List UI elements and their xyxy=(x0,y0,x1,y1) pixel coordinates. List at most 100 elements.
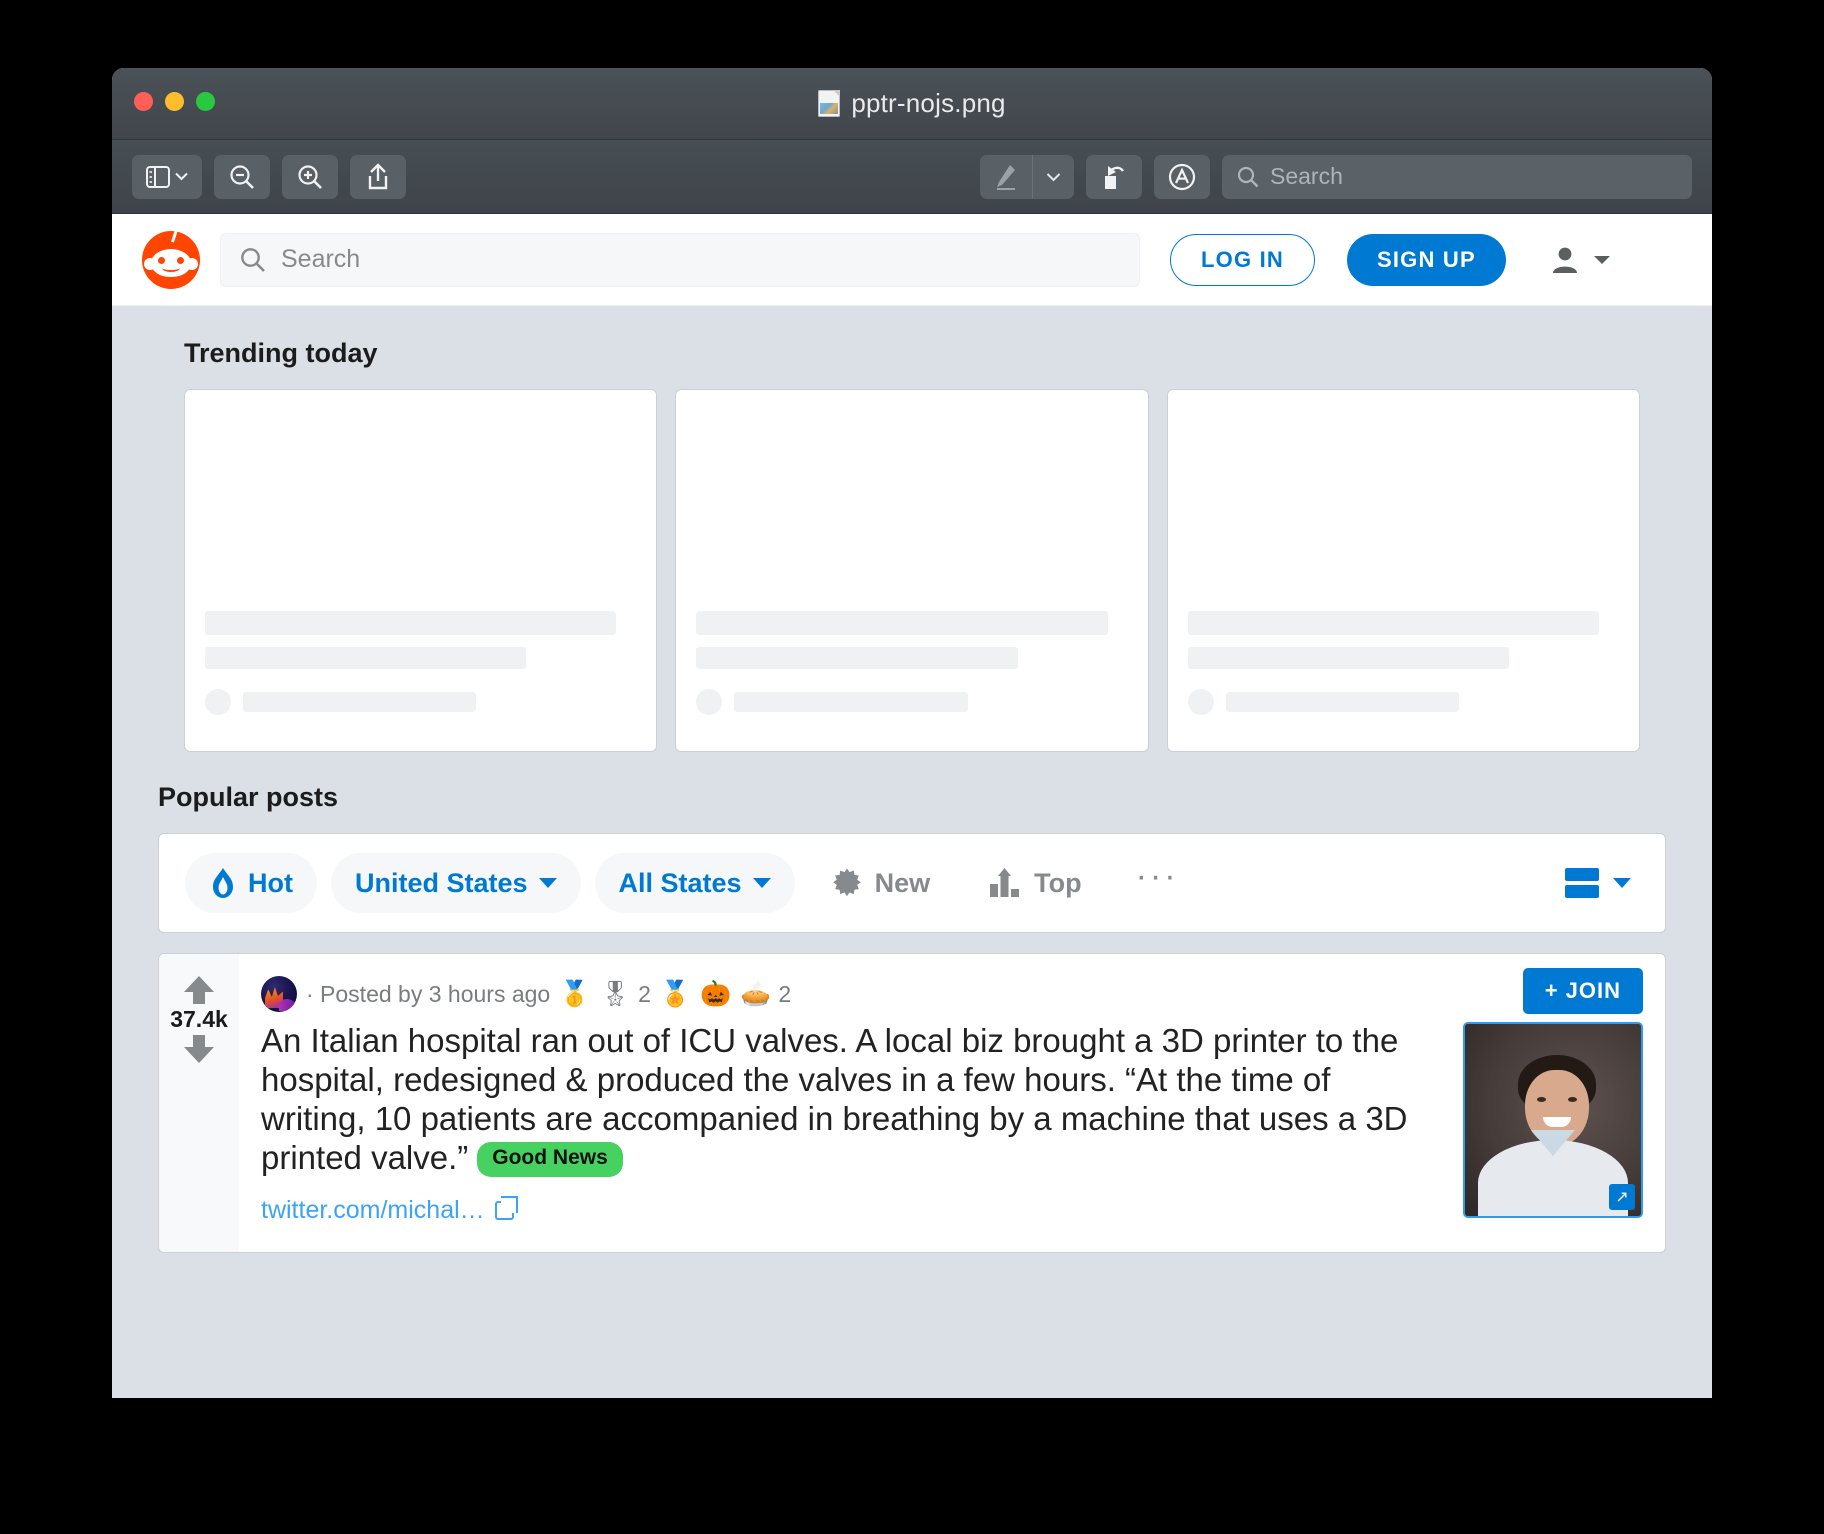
post-main: An Italian hospital ran out of ICU valve… xyxy=(261,1022,1643,1225)
filter-country[interactable]: United States xyxy=(330,853,581,913)
chevron-down-icon xyxy=(1593,256,1610,264)
window-title: pptr-nojs.png xyxy=(112,88,1712,119)
filter-region[interactable]: All States xyxy=(594,853,795,913)
hug-award-icon[interactable]: 🎃 xyxy=(700,981,731,1007)
filter-new-label: New xyxy=(874,867,931,898)
medal-award-icon[interactable]: 🏅 xyxy=(660,981,691,1007)
filter-region-label: All States xyxy=(618,867,742,898)
trending-today-title: Trending today xyxy=(184,338,378,368)
join-button[interactable]: + JOIN xyxy=(1522,968,1643,1014)
skeleton-avatar xyxy=(205,689,231,715)
thumbnail-mouth xyxy=(1542,1117,1571,1128)
window-title-text: pptr-nojs.png xyxy=(851,88,1006,118)
pie-award-icon[interactable]: 🥧 xyxy=(740,981,771,1007)
popular-posts-title: Popular posts xyxy=(158,782,339,812)
post-title-text: An Italian hospital ran out of ICU valve… xyxy=(261,1022,1408,1176)
post-title[interactable]: An Italian hospital ran out of ICU valve… xyxy=(261,1022,1437,1178)
reddit-snoo-logo[interactable] xyxy=(142,227,200,289)
sidebar-toggle-button[interactable] xyxy=(132,154,202,199)
post-link-text: twitter.com/michal… xyxy=(261,1195,485,1224)
filter-top[interactable]: Top xyxy=(966,867,1103,899)
flame-icon xyxy=(213,868,233,898)
snoo-face xyxy=(151,248,191,277)
chevron-down-icon xyxy=(538,878,557,888)
post-body: · Posted by 3 hours ago 🥇 🎖 2 🏅 🎃 🥧 2 + … xyxy=(239,954,1665,1252)
skeleton-line xyxy=(696,647,1018,669)
filter-new[interactable]: New xyxy=(809,867,953,899)
share-icon xyxy=(368,162,388,189)
skeleton-avatar xyxy=(1187,689,1214,715)
zoom-out-icon xyxy=(230,164,254,189)
bar-chart-icon xyxy=(990,868,1020,897)
trending-card[interactable] xyxy=(184,389,658,752)
markup-button[interactable] xyxy=(980,155,1032,199)
chevron-down-icon xyxy=(175,172,188,181)
filter-hot[interactable]: Hot xyxy=(185,853,317,913)
reddit-page: Search LOG IN SIGN UP Trending today Pop… xyxy=(112,214,1712,1398)
user-menu-button[interactable] xyxy=(1548,243,1612,277)
post-meta-row: · Posted by 3 hours ago 🥇 🎖 2 🏅 🎃 🥧 2 xyxy=(261,972,1643,1016)
search-icon xyxy=(1237,166,1259,187)
reddit-search-input[interactable]: Search xyxy=(220,232,1140,287)
post-external-link[interactable]: twitter.com/michal… xyxy=(261,1195,1437,1225)
search-icon xyxy=(241,247,265,272)
filter-top-label: Top xyxy=(1034,867,1082,898)
preview-search-placeholder: Search xyxy=(1270,163,1343,189)
sidebar-icon xyxy=(146,165,170,188)
trending-card[interactable] xyxy=(1166,389,1640,752)
thumbnail-eye-left xyxy=(1536,1097,1546,1103)
vote-count: 37.4k xyxy=(170,1006,228,1032)
snoo-antenna xyxy=(171,227,178,242)
preview-window: pptr-nojs.png Search Search LOG IN SIGN … xyxy=(112,68,1712,1398)
annotate-icon xyxy=(1168,163,1196,190)
zoom-in-button[interactable] xyxy=(282,154,338,199)
skeleton-line xyxy=(1225,692,1459,712)
silver-award-icon[interactable]: 🎖 xyxy=(599,981,631,1007)
zoom-out-button[interactable] xyxy=(214,154,270,199)
sign-up-button[interactable]: SIGN UP xyxy=(1346,233,1506,286)
filter-more-button[interactable]: ··· xyxy=(1118,857,1197,910)
snoo-eye-left xyxy=(158,256,165,264)
post-flair[interactable]: Good News xyxy=(477,1141,623,1177)
post-thumbnail[interactable]: ↗ xyxy=(1463,1022,1643,1218)
annotate-button[interactable] xyxy=(1154,154,1210,199)
subreddit-avatar[interactable] xyxy=(261,976,297,1012)
filter-country-label: United States xyxy=(354,867,528,898)
post-text-column: An Italian hospital ran out of ICU valve… xyxy=(261,1022,1437,1225)
post-meta-text: · Posted by 3 hours ago xyxy=(306,980,551,1007)
skeleton-avatar xyxy=(696,689,723,715)
zoom-in-icon xyxy=(298,164,322,189)
gold-award-icon[interactable]: 🥇 xyxy=(559,981,590,1007)
snoo-smile xyxy=(162,264,180,272)
external-link-icon xyxy=(494,1195,518,1220)
user-avatar-icon xyxy=(1552,247,1577,273)
post-card[interactable]: 37.4k · Posted by 3 hours ago 🥇 🎖 2 🏅 🎃 … xyxy=(158,953,1666,1253)
trending-card[interactable] xyxy=(675,389,1149,752)
preview-toolbar: Search xyxy=(112,140,1712,214)
skeleton-line xyxy=(205,647,527,669)
window-titlebar: pptr-nojs.png xyxy=(112,68,1712,140)
markup-dropdown-button[interactable] xyxy=(1033,155,1074,199)
sparkle-icon xyxy=(832,868,861,897)
rotate-button[interactable] xyxy=(1086,154,1142,199)
chevron-down-icon xyxy=(1613,878,1631,888)
preview-search-field[interactable]: Search xyxy=(1222,154,1692,199)
reddit-header: Search LOG IN SIGN UP xyxy=(112,214,1712,306)
skeleton-line xyxy=(243,692,477,712)
trending-cards-row xyxy=(154,389,1670,752)
expand-icon[interactable]: ↗ xyxy=(1609,1184,1635,1210)
silver-award-count: 2 xyxy=(638,980,651,1007)
view-mode-toggle[interactable] xyxy=(1565,868,1639,898)
page-content: Trending today Popular posts Hot United … xyxy=(112,306,1712,1253)
pie-award-count: 2 xyxy=(778,980,792,1007)
downvote-arrow-icon[interactable] xyxy=(184,1035,214,1063)
skeleton-line xyxy=(696,611,1108,635)
snoo-eye-right xyxy=(177,256,184,264)
card-view-icon xyxy=(1565,868,1599,898)
markup-pen-icon xyxy=(997,164,1015,190)
upvote-arrow-icon[interactable] xyxy=(184,976,214,1004)
log-in-button[interactable]: LOG IN xyxy=(1170,233,1315,286)
share-button[interactable] xyxy=(350,154,406,199)
chevron-down-icon xyxy=(1046,172,1061,181)
filter-hot-label: Hot xyxy=(248,867,293,898)
